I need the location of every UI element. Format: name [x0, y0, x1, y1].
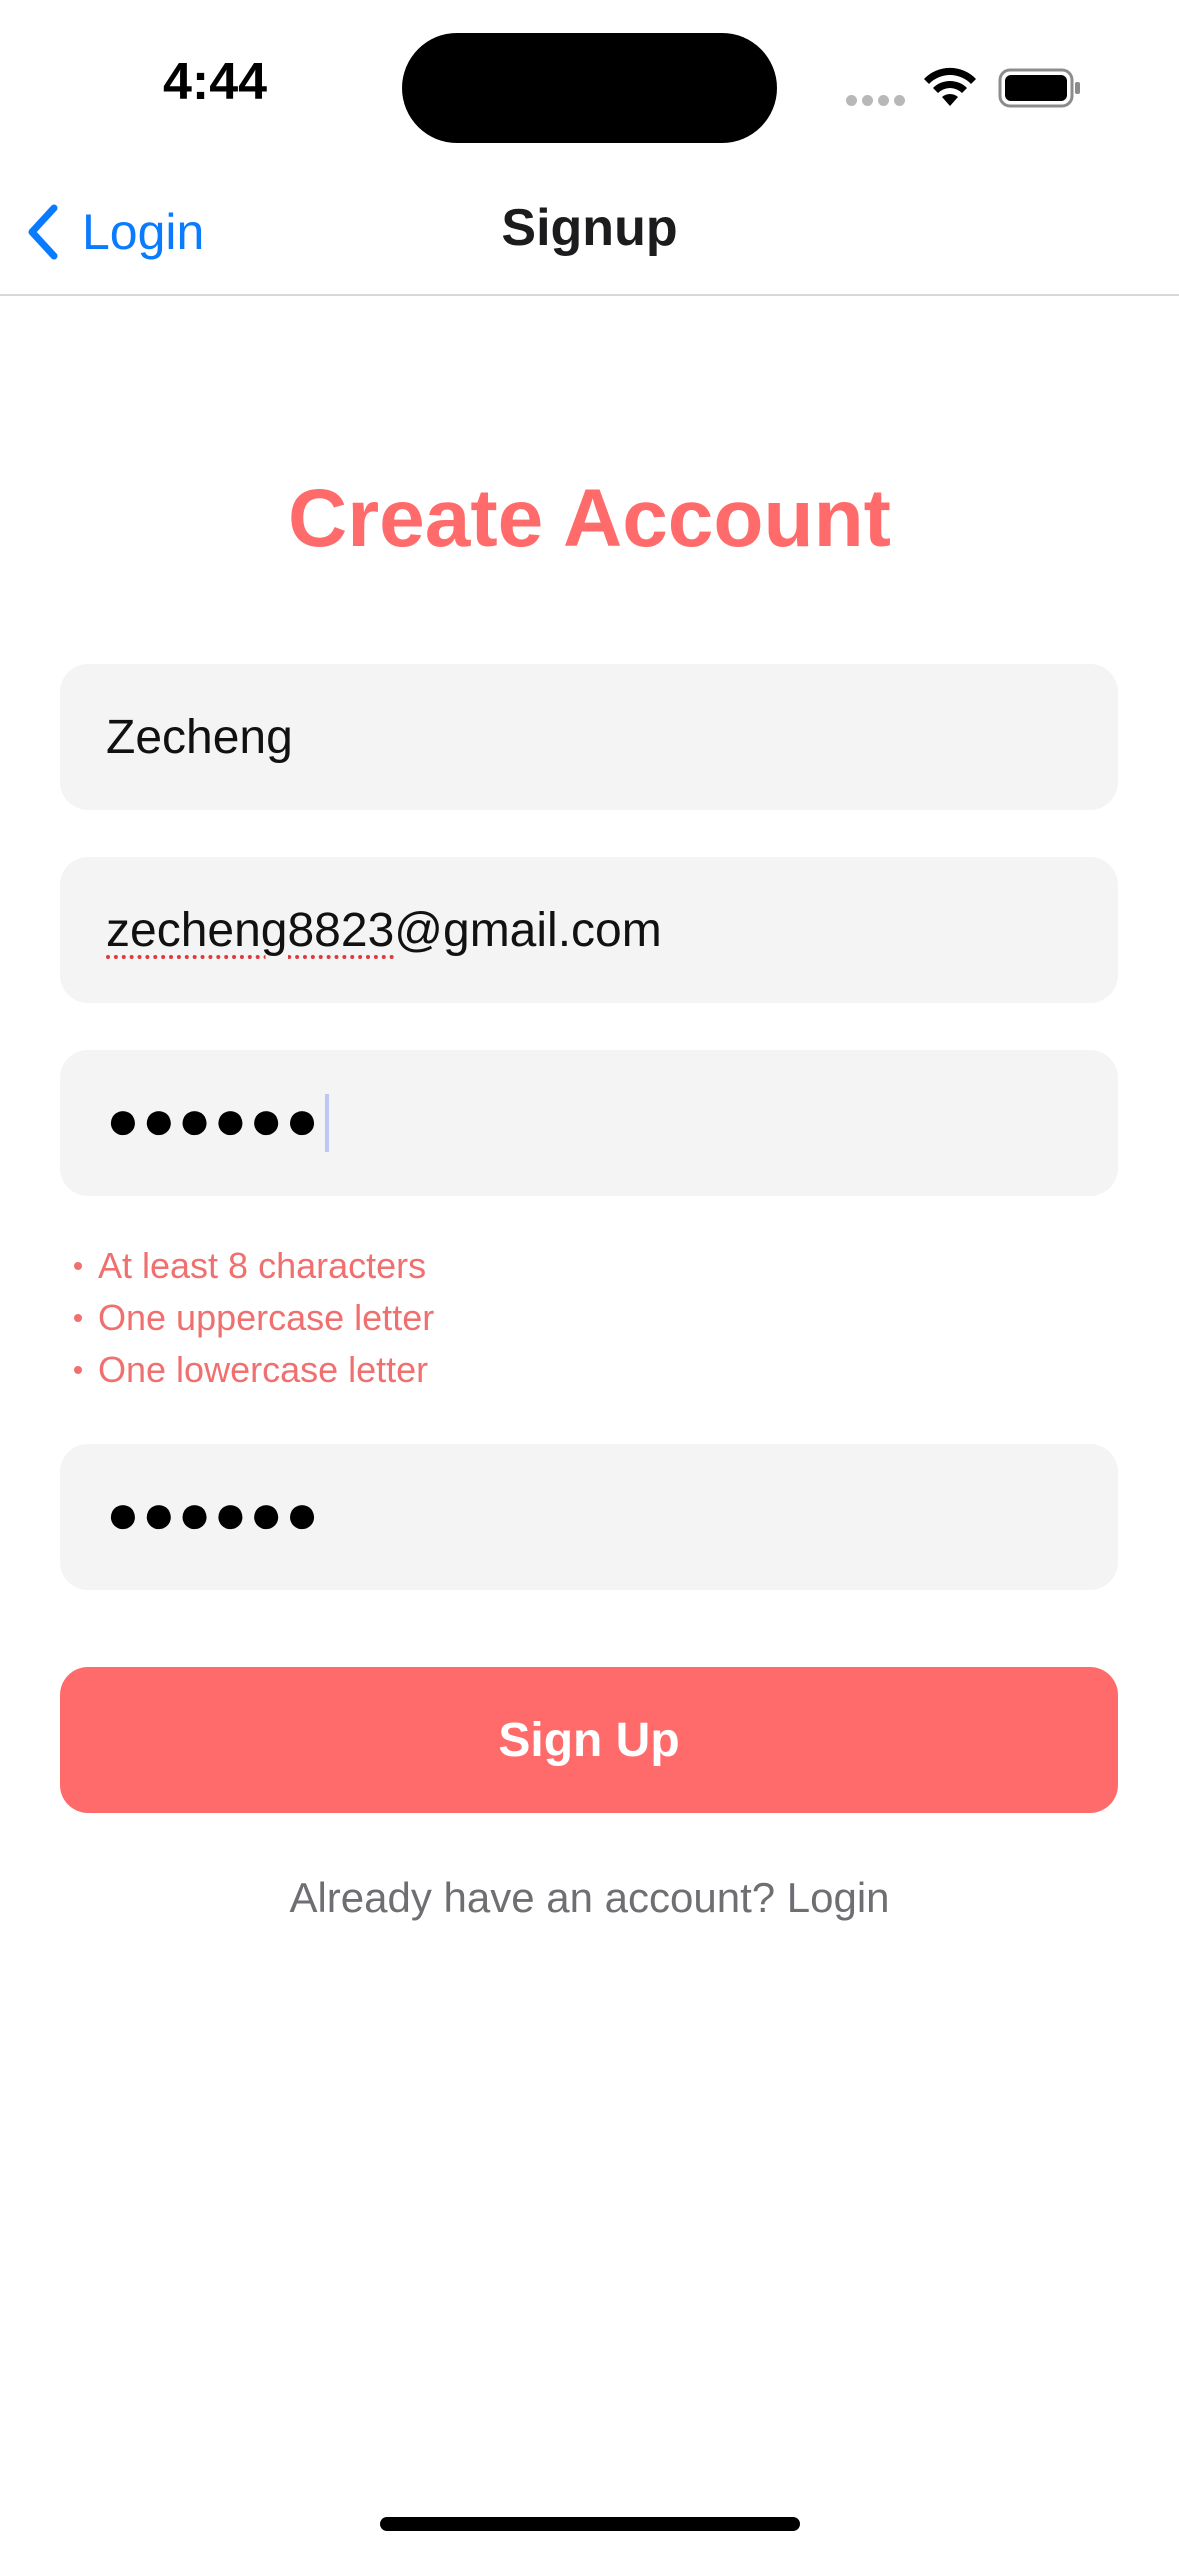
back-button[interactable]: Login: [24, 196, 204, 268]
name-field-value: Zecheng: [106, 710, 293, 764]
sign-up-button[interactable]: Sign Up: [60, 1667, 1118, 1813]
login-link[interactable]: Already have an account? Login: [0, 1874, 1179, 1922]
spellcheck-underlined-text: zecheng8823: [106, 903, 395, 957]
password-requirement: One lowercase letter: [74, 1344, 874, 1396]
bullet-icon: [74, 1366, 82, 1374]
password-requirement-text: One uppercase letter: [98, 1297, 435, 1338]
battery-icon: [998, 68, 1080, 108]
email-field-value: zecheng8823@gmail.com: [106, 903, 662, 958]
status-time: 4:44: [162, 53, 268, 111]
password-mask: ●●●●●●: [106, 1087, 321, 1151]
email-field[interactable]: zecheng8823@gmail.com: [60, 857, 1118, 1003]
confirm-password-mask: ●●●●●●: [106, 1481, 321, 1545]
dynamic-island: [402, 33, 777, 143]
navigation-bar: Login Signup: [0, 170, 1179, 296]
wifi-icon: [924, 67, 976, 106]
cellular-signal-icon: [846, 95, 906, 107]
password-field[interactable]: ●●●●●●: [60, 1050, 1118, 1196]
bullet-icon: [74, 1314, 82, 1322]
password-requirement-text: One lowercase letter: [98, 1349, 429, 1390]
name-field[interactable]: Zecheng: [60, 664, 1118, 810]
back-button-label: Login: [82, 204, 205, 260]
confirm-password-field[interactable]: ●●●●●●: [60, 1444, 1118, 1590]
text-cursor: [324, 1094, 329, 1152]
home-indicator[interactable]: [380, 2517, 800, 2531]
password-requirements-list: At least 8 characters One uppercase lett…: [74, 1240, 874, 1396]
password-requirement-text: At least 8 characters: [98, 1245, 427, 1286]
chevron-left-icon: [28, 204, 58, 260]
password-requirement: One uppercase letter: [74, 1292, 874, 1344]
bullet-icon: [74, 1262, 82, 1270]
password-requirement: At least 8 characters: [74, 1240, 874, 1292]
page-title: Create Account: [288, 473, 891, 564]
status-bar: 4:44: [0, 0, 1179, 170]
email-domain-text: @gmail.com: [394, 903, 662, 957]
